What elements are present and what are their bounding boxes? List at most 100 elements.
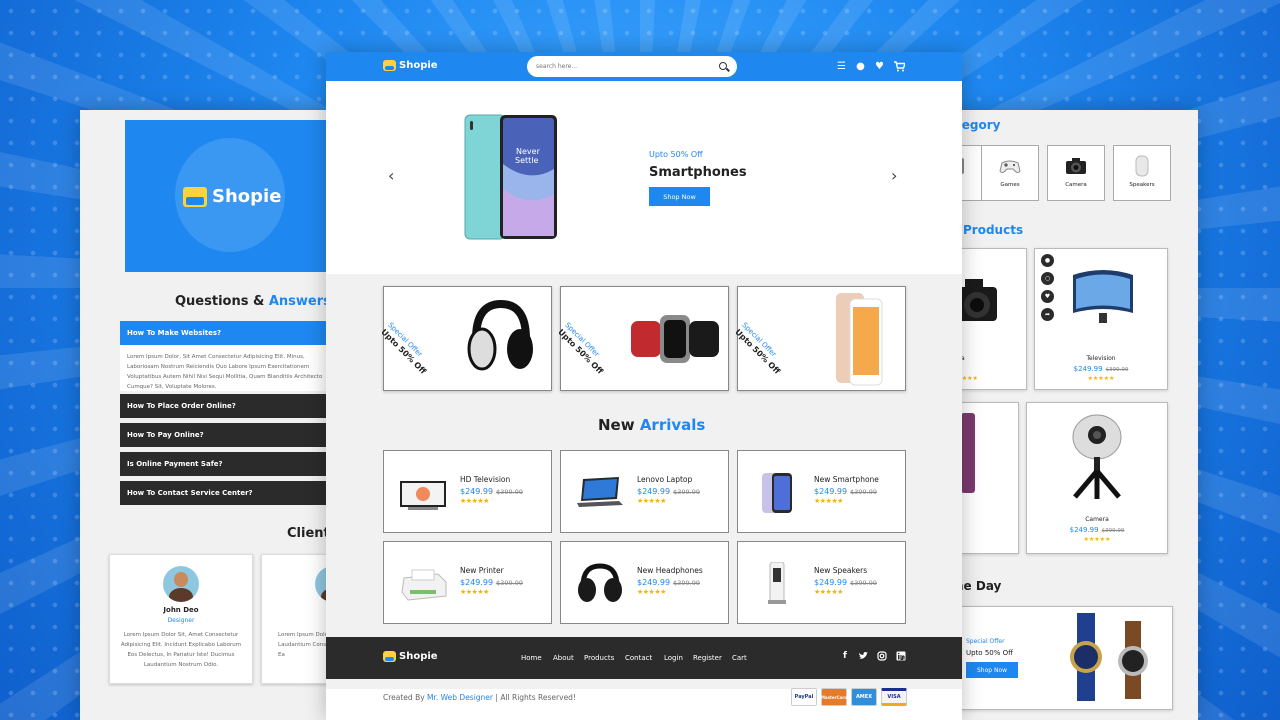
- questions-title-b: Answers: [268, 294, 331, 309]
- price-old: $399.99: [673, 488, 700, 496]
- gamepad-icon: [999, 160, 1021, 173]
- footer-link-about[interactable]: About: [553, 654, 574, 662]
- footer-link-home[interactable]: Home: [521, 654, 542, 662]
- offer-card[interactable]: Special Offer Upto 50% Off: [556, 286, 729, 391]
- faq-question[interactable]: How To Contact Service Center?: [120, 481, 340, 505]
- header-logo[interactable]: Shopie: [383, 60, 438, 71]
- questions-title-a: Questions &: [175, 294, 265, 309]
- faq-item[interactable]: How To Pay Online?: [120, 423, 340, 447]
- product-card[interactable]: ● ○ ♥ ➦ Television $249.99 $399.99 ★★★★★: [1034, 248, 1168, 390]
- product-rating: ★★★★★: [814, 588, 843, 596]
- price-old: $399.99: [1101, 528, 1125, 534]
- product-card[interactable]: Lenovo Laptop $249.99 $399.99 ★★★★★: [560, 450, 729, 533]
- product-price: $249.99 $399.99: [637, 487, 700, 496]
- product-name: Camera: [1085, 516, 1109, 523]
- shop-icon: [183, 186, 207, 207]
- new-arrivals-title-a: New: [598, 416, 635, 434]
- footer-link-cart[interactable]: Cart: [732, 654, 747, 662]
- shop-icon: [383, 651, 396, 662]
- user-icon[interactable]: ●: [855, 61, 866, 72]
- category-name: Camera: [1065, 182, 1087, 188]
- instagram-icon[interactable]: [877, 651, 887, 661]
- category-card[interactable]: Games: [981, 145, 1039, 201]
- footer-link-login[interactable]: Login: [664, 654, 683, 662]
- category-card[interactable]: Speakers: [1113, 145, 1171, 201]
- right-page-preview: tegory es Games Camera Speakers Products…: [940, 110, 1198, 720]
- phone-icon: [961, 413, 975, 493]
- offer-tag: Special Offer Upto 50% Off: [556, 321, 612, 377]
- deal-text: Upto 50% Off: [966, 649, 1013, 657]
- client-text: Lorem Ipsum Dolor Sit, Amet Consectetur …: [120, 632, 242, 668]
- faq-question[interactable]: How To Place Order Online?: [120, 394, 340, 418]
- laptop-icon: [577, 477, 623, 507]
- product-card[interactable]: New Smartphone $249.99 $399.99 ★★★★★: [737, 450, 906, 533]
- search-icon[interactable]: [719, 62, 727, 70]
- products-title: Products: [963, 223, 1024, 237]
- price-old: $399.99: [850, 579, 877, 587]
- cart-icon[interactable]: [894, 61, 905, 72]
- footer-link-contact[interactable]: Contact: [625, 654, 652, 662]
- product-card[interactable]: HD Television $249.99 $399.99 ★★★★★: [383, 450, 552, 533]
- product-name: New Headphones: [637, 566, 703, 575]
- new-arrivals-title: New Arrivals: [598, 416, 705, 434]
- offer-card[interactable]: Special Offer Upto 50% Off: [379, 286, 552, 391]
- share-icon[interactable]: ➦: [1041, 308, 1054, 321]
- category-title: tegory: [956, 118, 1001, 132]
- amex-icon: AMEX: [851, 688, 877, 706]
- linkedin-icon[interactable]: [896, 651, 906, 661]
- faq-item[interactable]: Is Online Payment Safe?: [120, 452, 340, 476]
- price-current: $249.99: [637, 578, 671, 587]
- product-name: Television: [1086, 355, 1116, 362]
- price-current: $249.99: [1069, 526, 1099, 534]
- search-icon[interactable]: ○: [1041, 272, 1054, 285]
- search-input[interactable]: [527, 56, 737, 77]
- footer-link-products[interactable]: Products: [584, 654, 614, 662]
- category-card[interactable]: Camera: [1047, 145, 1105, 201]
- product-rating: ★★★★★: [1083, 536, 1111, 543]
- offer-card[interactable]: Special Offer Upto 50% Off: [733, 286, 906, 391]
- menu-icon[interactable]: ☰: [836, 61, 847, 72]
- product-card[interactable]: New Printer $249.99 $399.99 ★★★★★: [383, 541, 552, 624]
- product-card[interactable]: New Speakers $249.99 $399.99 ★★★★★: [737, 541, 906, 624]
- product-info: New Headphones $249.99 $399.99 ★★★★★: [637, 566, 703, 596]
- chevron-right-icon[interactable]: ›: [891, 166, 897, 185]
- faq-answer: Lorem Ipsum Dolor, Sit Amet Consectetur …: [120, 345, 340, 391]
- faq-item[interactable]: How To Contact Service Center?: [120, 481, 340, 505]
- tv-icon: [400, 481, 446, 510]
- heart-icon[interactable]: ♥: [874, 61, 885, 72]
- price-old: $399.99: [1105, 367, 1129, 373]
- faq-question[interactable]: Is Online Payment Safe?: [120, 452, 340, 476]
- designer-link[interactable]: Mr. Web Designer: [427, 693, 493, 702]
- printer-icon: [401, 569, 447, 601]
- product-card[interactable]: Camera $249.99 $399.99 ★★★★★: [1026, 402, 1168, 554]
- headphones-image: [467, 299, 533, 371]
- facebook-icon[interactable]: f: [840, 651, 850, 661]
- chevron-left-icon[interactable]: ‹: [388, 166, 394, 185]
- faq-question[interactable]: How To Make Websites?: [120, 321, 340, 345]
- product-info: New Speakers $249.99 $399.99 ★★★★★: [814, 566, 877, 596]
- brand-logo-large: Shopie: [183, 186, 281, 207]
- faq-question[interactable]: How To Pay Online?: [120, 423, 340, 447]
- price-old: $399.99: [496, 488, 523, 496]
- hero-shop-now-button[interactable]: Shop Now: [649, 187, 710, 206]
- cart-icon[interactable]: ●: [1041, 254, 1054, 267]
- faq-item[interactable]: How To Place Order Online?: [120, 394, 340, 418]
- deal-shop-now-button[interactable]: Shop Now: [966, 662, 1018, 678]
- twitter-icon[interactable]: [858, 651, 868, 661]
- footer-link-register[interactable]: Register: [693, 654, 722, 662]
- product-name: New Speakers: [814, 566, 868, 575]
- faq-item[interactable]: How To Make Websites? Lorem Ipsum Dolor,…: [120, 321, 340, 391]
- mastercard-icon: MasterCard: [821, 688, 847, 706]
- heart-icon[interactable]: ♥: [1041, 290, 1054, 303]
- product-rating: ★★★★★: [460, 588, 489, 596]
- offer-tag: Special Offer Upto 50% Off: [733, 321, 789, 377]
- product-info: HD Television $249.99 $399.99 ★★★★★: [460, 475, 523, 505]
- content-area: Special Offer Upto 50% Off Special Offer U…: [326, 274, 962, 689]
- headphones-icon: [578, 563, 622, 602]
- copyright-c: | All Rights Reserved!: [495, 693, 576, 702]
- product-card[interactable]: New Headphones $249.99 $399.99 ★★★★★: [560, 541, 729, 624]
- product-price: $249.99 $399.99: [637, 578, 703, 587]
- price-current: $249.99: [814, 487, 848, 496]
- footer-logo[interactable]: Shopie: [383, 651, 438, 662]
- client-role: Designer: [167, 617, 195, 624]
